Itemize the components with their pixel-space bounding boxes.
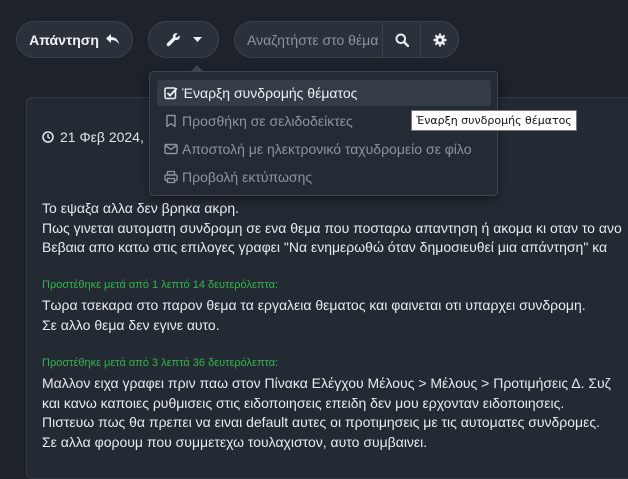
- envelope-icon: [164, 142, 178, 156]
- reply-button-label: Απάντηση: [29, 31, 99, 48]
- checked-box-icon: [164, 86, 178, 100]
- menu-item-label: Έναρξη συνδρομής θέματος: [182, 85, 358, 101]
- reply-button[interactable]: Απάντηση: [16, 21, 133, 58]
- reply-arrow-icon: [105, 33, 120, 46]
- post-line: Πως γινεται αυτοματη συνδρομη σε ενα θεμ…: [42, 219, 622, 236]
- advanced-search-button[interactable]: [420, 22, 458, 57]
- added-note-2: Προστέθηκε μετά από 3 λεπτά 36 δευτερόλε…: [42, 357, 279, 369]
- post-text-block-1: Το εψαξα αλλα δεν βρηκα ακρη. Πως γινετα…: [42, 199, 622, 258]
- gear-icon: [433, 33, 447, 47]
- menu-item-subscribe[interactable]: Έναρξη συνδρομής θέματος: [157, 80, 491, 106]
- post-date-text: 21 Φεβ 2024, 1: [60, 129, 156, 145]
- post-date: 21 Φεβ 2024, 1: [42, 129, 156, 145]
- post-line: Τωρα τσεκαρα στο παρον θεμα τα εργαλεια …: [42, 297, 586, 313]
- menu-item-label: Προβολή εκτύπωσης: [182, 169, 313, 185]
- wrench-icon: [166, 32, 181, 47]
- menu-item-print-view[interactable]: Προβολή εκτύπωσης: [157, 164, 491, 190]
- topic-tools-button[interactable]: [148, 21, 219, 58]
- clock-icon: [42, 131, 54, 143]
- search-box: [234, 21, 459, 58]
- post-line: Βεβαια απο κατω στις επιλογες γραφει "Να…: [42, 239, 608, 255]
- post-line: Το εψαξα αλλα δεν βρηκα ακρη.: [42, 200, 240, 216]
- search-button[interactable]: [382, 22, 420, 57]
- menu-item-email-friend[interactable]: Αποστολή με ηλεκτρονικό ταχυδρομείο σε φ…: [157, 136, 491, 162]
- post-line: Σε αλλο θεμα δεν εγινε αυτο.: [42, 316, 220, 333]
- caret-down-icon: [192, 36, 202, 43]
- added-note-1: Προστέθηκε μετά από 1 λεπτό 14 δευτερόλε…: [42, 279, 279, 291]
- tooltip: Έναρξη συνδρομής θέματος: [411, 110, 577, 131]
- post-line: Σε αλλα φορουμ που συμμετεχω τουλαχιστον…: [42, 433, 428, 450]
- print-icon: [164, 170, 178, 184]
- post-text-block-2: Τωρα τσεκαρα στο παρον θεμα τα εργαλεια …: [42, 296, 586, 335]
- post-line: Μαλλον ειχα γραφει πριν παω στον Πίνακα …: [42, 375, 611, 391]
- bookmark-icon: [164, 114, 178, 128]
- topic-tools-menu: Έναρξη συνδρομής θέματος Προσθήκη σε σελ…: [149, 65, 498, 196]
- menu-item-label: Προσθήκη σε σελιδοδείκτες: [182, 113, 353, 129]
- search-input[interactable]: [235, 22, 382, 57]
- post-line: και κανω καποιες ρυθμισεις στις ειδοποιη…: [42, 394, 565, 411]
- menu-item-label: Αποστολή με ηλεκτρονικό ταχυδρομείο σε φ…: [182, 141, 472, 157]
- post-text-block-3: Μαλλον ειχα γραφει πριν παω στον Πίνακα …: [42, 374, 611, 452]
- search-icon: [395, 33, 409, 47]
- post-line: Πιστευω πως θα πρεπει να ειναι default α…: [42, 414, 600, 430]
